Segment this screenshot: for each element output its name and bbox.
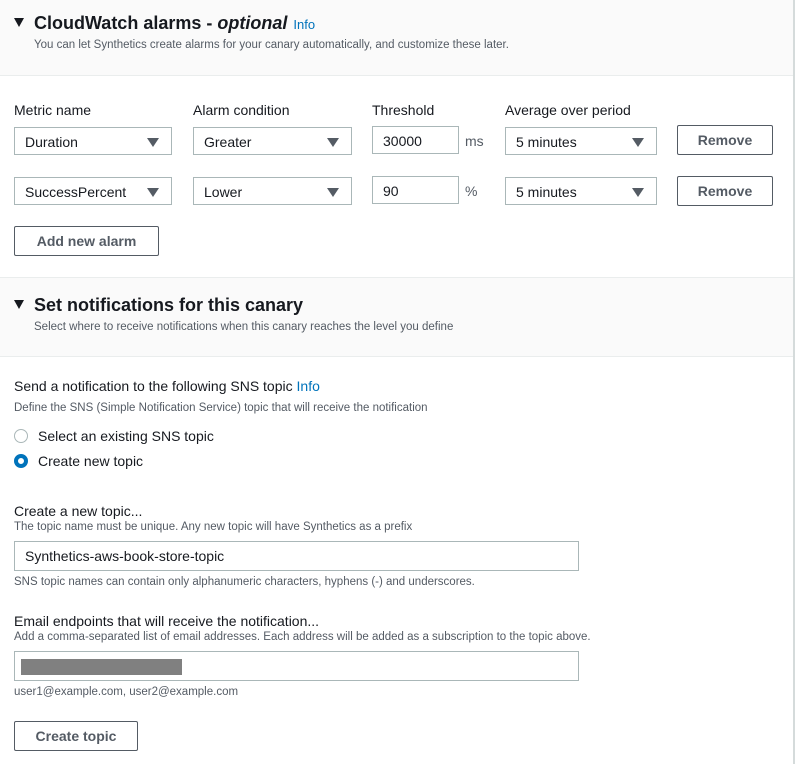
period-select[interactable]: 5 minutes <box>505 127 657 155</box>
threshold-unit: % <box>465 183 478 199</box>
sns-description: Define the SNS (Simple Notification Serv… <box>14 402 428 414</box>
condition-select[interactable]: Greater <box>193 127 352 155</box>
radio-new-label[interactable]: Create new topic <box>38 453 143 469</box>
threshold-input[interactable]: 30000 <box>372 126 459 154</box>
sns-label: Send a notification to the following SNS… <box>14 378 320 394</box>
metric-select[interactable]: Duration <box>14 127 172 155</box>
notifications-title[interactable]: Set notifications for this canary <box>14 295 303 316</box>
remove-button[interactable]: Remove <box>677 176 773 206</box>
condition-select[interactable]: Lower <box>193 177 352 205</box>
topic-description: The topic name must be unique. Any new t… <box>14 521 413 533</box>
alarms-title[interactable]: CloudWatch alarms - optional Info <box>14 13 315 34</box>
email-input[interactable] <box>14 651 579 681</box>
email-label: Email endpoints that will receive the no… <box>14 613 320 629</box>
remove-button[interactable]: Remove <box>677 125 773 155</box>
notifications-header <box>0 277 793 357</box>
caret-down-icon <box>632 138 644 147</box>
period-value: 5 minutes <box>516 184 577 200</box>
metric-name-label: Metric name <box>14 102 92 118</box>
condition-value: Lower <box>204 184 243 200</box>
radio-existing-topic[interactable] <box>14 429 28 443</box>
topic-name-input[interactable]: Synthetics-aws-book-store-topic <box>14 541 579 571</box>
alarm-condition-label: Alarm condition <box>193 102 290 118</box>
email-description: Add a comma-separated list of email addr… <box>14 631 591 643</box>
alarms-header <box>0 0 793 76</box>
caret-down-icon <box>14 18 24 27</box>
threshold-unit: ms <box>465 133 484 149</box>
caret-down-icon <box>327 188 339 197</box>
create-topic-button[interactable]: Create topic <box>14 721 138 751</box>
caret-down-icon <box>14 300 24 309</box>
radio-existing-label[interactable]: Select an existing SNS topic <box>38 428 214 444</box>
period-label: Average over period <box>505 102 631 118</box>
caret-down-icon <box>147 188 159 197</box>
period-value: 5 minutes <box>516 134 577 150</box>
metric-value: SuccessPercent <box>25 184 127 200</box>
add-new-alarm-button[interactable]: Add new alarm <box>14 226 159 256</box>
metric-select[interactable]: SuccessPercent <box>14 177 172 205</box>
threshold-input[interactable]: 90 <box>372 176 459 204</box>
radio-new-topic[interactable] <box>14 454 28 468</box>
alarms-subtitle: You can let Synthetics create alarms for… <box>34 39 509 51</box>
metric-value: Duration <box>25 134 78 150</box>
topic-label: Create a new topic... <box>14 503 143 519</box>
redacted-block <box>21 659 182 675</box>
info-link[interactable]: Info <box>297 378 320 394</box>
period-select[interactable]: 5 minutes <box>505 177 657 205</box>
info-link[interactable]: Info <box>293 17 315 32</box>
threshold-label: Threshold <box>372 102 435 118</box>
caret-down-icon <box>327 138 339 147</box>
notifications-subtitle: Select where to receive notifications wh… <box>34 321 454 333</box>
topic-hint: SNS topic names can contain only alphanu… <box>14 576 475 588</box>
condition-value: Greater <box>204 134 252 150</box>
caret-down-icon <box>632 188 644 197</box>
caret-down-icon <box>147 138 159 147</box>
email-hint: user1@example.com, user2@example.com <box>14 686 239 698</box>
